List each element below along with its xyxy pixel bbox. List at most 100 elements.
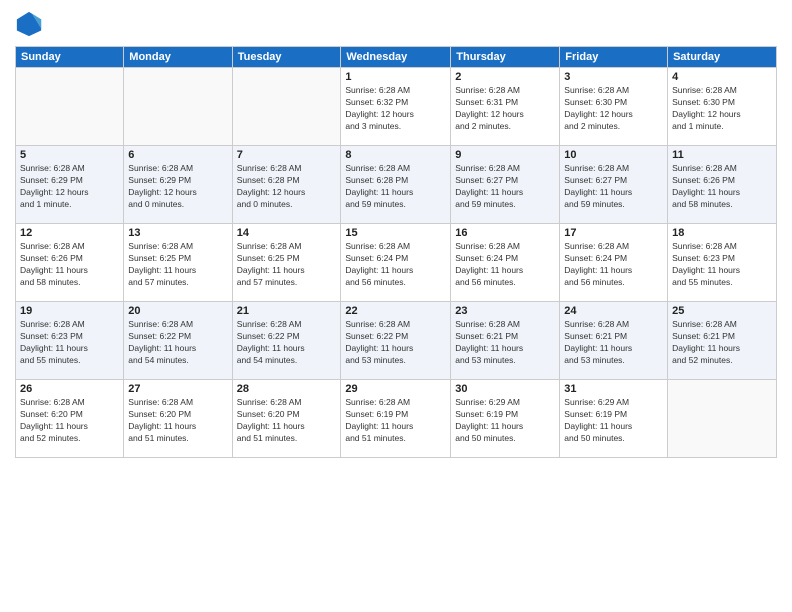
header — [15, 10, 777, 38]
calendar-table: SundayMondayTuesdayWednesdayThursdayFrid… — [15, 46, 777, 458]
calendar-cell: 12Sunrise: 6:28 AM Sunset: 6:26 PM Dayli… — [16, 224, 124, 302]
day-info: Sunrise: 6:28 AM Sunset: 6:22 PM Dayligh… — [128, 319, 227, 367]
day-number: 27 — [128, 383, 227, 395]
day-info: Sunrise: 6:28 AM Sunset: 6:22 PM Dayligh… — [237, 319, 337, 367]
calendar-cell: 21Sunrise: 6:28 AM Sunset: 6:22 PM Dayli… — [232, 302, 341, 380]
day-info: Sunrise: 6:28 AM Sunset: 6:21 PM Dayligh… — [672, 319, 772, 367]
day-info: Sunrise: 6:29 AM Sunset: 6:19 PM Dayligh… — [564, 397, 663, 445]
col-header-monday: Monday — [124, 47, 232, 68]
day-number: 28 — [237, 383, 337, 395]
day-number: 20 — [128, 305, 227, 317]
day-number: 16 — [455, 227, 555, 239]
calendar-cell: 28 Sunrise: 6:28 AM Sunset: 6:20 PM Dayli… — [232, 380, 341, 458]
calendar-week-row: 12Sunrise: 6:28 AM Sunset: 6:26 PM Dayli… — [16, 224, 777, 302]
day-number: 24 — [564, 305, 663, 317]
day-number: 25 — [672, 305, 772, 317]
day-info: Sunrise: 6:28 AM Sunset: 6:20 PM Dayligh… — [128, 397, 227, 445]
col-header-sunday: Sunday — [16, 47, 124, 68]
day-info: Sunrise: 6:28 AM Sunset: 6:30 PM Dayligh… — [564, 85, 663, 133]
day-info: Sunrise: 6:28 AM Sunset: 6:21 PM Dayligh… — [455, 319, 555, 367]
calendar-header-row: SundayMondayTuesdayWednesdayThursdayFrid… — [16, 47, 777, 68]
calendar-week-row: 5 Sunrise: 6:28 AM Sunset: 6:29 PM Daylig… — [16, 146, 777, 224]
day-number: 23 — [455, 305, 555, 317]
day-number: 26 — [20, 383, 119, 395]
day-number: 13 — [128, 227, 227, 239]
day-info: Sunrise: 6:28 AM Sunset: 6:29 PM Dayligh… — [20, 163, 119, 211]
calendar-cell: 25 Sunrise: 6:28 AM Sunset: 6:21 PM Dayli… — [668, 302, 777, 380]
day-info: Sunrise: 6:28 AM Sunset: 6:25 PM Dayligh… — [237, 241, 337, 289]
calendar-cell: 18 Sunrise: 6:28 AM Sunset: 6:23 PM Dayli… — [668, 224, 777, 302]
calendar-cell: 16 Sunrise: 6:28 AM Sunset: 6:24 PM Dayli… — [451, 224, 560, 302]
calendar-week-row: 1 Sunrise: 6:28 AM Sunset: 6:32 PM Daylig… — [16, 68, 777, 146]
day-info: Sunrise: 6:28 AM Sunset: 6:29 PM Dayligh… — [128, 163, 227, 211]
day-number: 11 — [672, 149, 772, 161]
day-info: Sunrise: 6:28 AM Sunset: 6:26 PM Dayligh… — [672, 163, 772, 211]
calendar-cell: 27 Sunrise: 6:28 AM Sunset: 6:20 PM Dayli… — [124, 380, 232, 458]
calendar-week-row: 26 Sunrise: 6:28 AM Sunset: 6:20 PM Dayli… — [16, 380, 777, 458]
calendar-cell: 15 Sunrise: 6:28 AM Sunset: 6:24 PM Dayli… — [341, 224, 451, 302]
calendar-cell: 13 Sunrise: 6:28 AM Sunset: 6:25 PM Dayli… — [124, 224, 232, 302]
logo-icon — [15, 10, 43, 38]
day-info: Sunrise: 6:28 AM Sunset: 6:24 PM Dayligh… — [564, 241, 663, 289]
day-info: Sunrise: 6:28 AM Sunset: 6:20 PM Dayligh… — [20, 397, 119, 445]
day-number: 4 — [672, 71, 772, 83]
calendar-cell: 20 Sunrise: 6:28 AM Sunset: 6:22 PM Dayli… — [124, 302, 232, 380]
calendar-cell: 19 Sunrise: 6:28 AM Sunset: 6:23 PM Dayli… — [16, 302, 124, 380]
calendar-cell: 22 Sunrise: 6:28 AM Sunset: 6:22 PM Dayli… — [341, 302, 451, 380]
day-number: 19 — [20, 305, 119, 317]
day-number: 7 — [237, 149, 337, 161]
day-info: Sunrise: 6:28 AM Sunset: 6:23 PM Dayligh… — [20, 319, 119, 367]
calendar-cell: 4Sunrise: 6:28 AM Sunset: 6:30 PM Daylig… — [668, 68, 777, 146]
day-info: Sunrise: 6:28 AM Sunset: 6:25 PM Dayligh… — [128, 241, 227, 289]
day-info: Sunrise: 6:28 AM Sunset: 6:28 PM Dayligh… — [237, 163, 337, 211]
day-info: Sunrise: 6:28 AM Sunset: 6:23 PM Dayligh… — [672, 241, 772, 289]
day-number: 3 — [564, 71, 663, 83]
day-number: 2 — [455, 71, 555, 83]
calendar-cell — [124, 68, 232, 146]
col-header-thursday: Thursday — [451, 47, 560, 68]
day-number: 12 — [20, 227, 119, 239]
calendar-cell: 26 Sunrise: 6:28 AM Sunset: 6:20 PM Dayli… — [16, 380, 124, 458]
calendar-cell: 9 Sunrise: 6:28 AM Sunset: 6:27 PM Daylig… — [451, 146, 560, 224]
day-info: Sunrise: 6:28 AM Sunset: 6:31 PM Dayligh… — [455, 85, 555, 133]
calendar-cell: 30Sunrise: 6:29 AM Sunset: 6:19 PM Dayli… — [451, 380, 560, 458]
calendar-cell: 31 Sunrise: 6:29 AM Sunset: 6:19 PM Dayli… — [560, 380, 668, 458]
logo — [15, 10, 47, 38]
calendar-cell: 1 Sunrise: 6:28 AM Sunset: 6:32 PM Daylig… — [341, 68, 451, 146]
day-number: 29 — [345, 383, 446, 395]
day-number: 8 — [345, 149, 446, 161]
calendar-cell: 17 Sunrise: 6:28 AM Sunset: 6:24 PM Dayli… — [560, 224, 668, 302]
calendar-cell — [232, 68, 341, 146]
day-info: Sunrise: 6:28 AM Sunset: 6:20 PM Dayligh… — [237, 397, 337, 445]
day-info: Sunrise: 6:28 AM Sunset: 6:22 PM Dayligh… — [345, 319, 446, 367]
day-info: Sunrise: 6:28 AM Sunset: 6:28 PM Dayligh… — [345, 163, 446, 211]
day-number: 5 — [20, 149, 119, 161]
day-info: Sunrise: 6:28 AM Sunset: 6:27 PM Dayligh… — [455, 163, 555, 211]
calendar-cell: 23 Sunrise: 6:28 AM Sunset: 6:21 PM Dayli… — [451, 302, 560, 380]
calendar-cell: 2 Sunrise: 6:28 AM Sunset: 6:31 PM Daylig… — [451, 68, 560, 146]
day-number: 31 — [564, 383, 663, 395]
calendar-cell: 5 Sunrise: 6:28 AM Sunset: 6:29 PM Daylig… — [16, 146, 124, 224]
day-number: 18 — [672, 227, 772, 239]
col-header-tuesday: Tuesday — [232, 47, 341, 68]
day-info: Sunrise: 6:28 AM Sunset: 6:24 PM Dayligh… — [345, 241, 446, 289]
calendar-week-row: 19 Sunrise: 6:28 AM Sunset: 6:23 PM Dayli… — [16, 302, 777, 380]
calendar-cell: 11 Sunrise: 6:28 AM Sunset: 6:26 PM Dayli… — [668, 146, 777, 224]
day-number: 30 — [455, 383, 555, 395]
day-number: 15 — [345, 227, 446, 239]
day-info: Sunrise: 6:28 AM Sunset: 6:32 PM Dayligh… — [345, 85, 446, 133]
day-number: 1 — [345, 71, 446, 83]
day-info: Sunrise: 6:28 AM Sunset: 6:24 PM Dayligh… — [455, 241, 555, 289]
day-info: Sunrise: 6:28 AM Sunset: 6:21 PM Dayligh… — [564, 319, 663, 367]
day-number: 9 — [455, 149, 555, 161]
calendar-cell: 8 Sunrise: 6:28 AM Sunset: 6:28 PM Daylig… — [341, 146, 451, 224]
calendar-cell: 10Sunrise: 6:28 AM Sunset: 6:27 PM Dayli… — [560, 146, 668, 224]
col-header-wednesday: Wednesday — [341, 47, 451, 68]
calendar-cell: 7 Sunrise: 6:28 AM Sunset: 6:28 PM Daylig… — [232, 146, 341, 224]
col-header-saturday: Saturday — [668, 47, 777, 68]
day-number: 17 — [564, 227, 663, 239]
calendar-cell: 6 Sunrise: 6:28 AM Sunset: 6:29 PM Daylig… — [124, 146, 232, 224]
day-info: Sunrise: 6:28 AM Sunset: 6:27 PM Dayligh… — [564, 163, 663, 211]
day-number: 22 — [345, 305, 446, 317]
day-number: 6 — [128, 149, 227, 161]
